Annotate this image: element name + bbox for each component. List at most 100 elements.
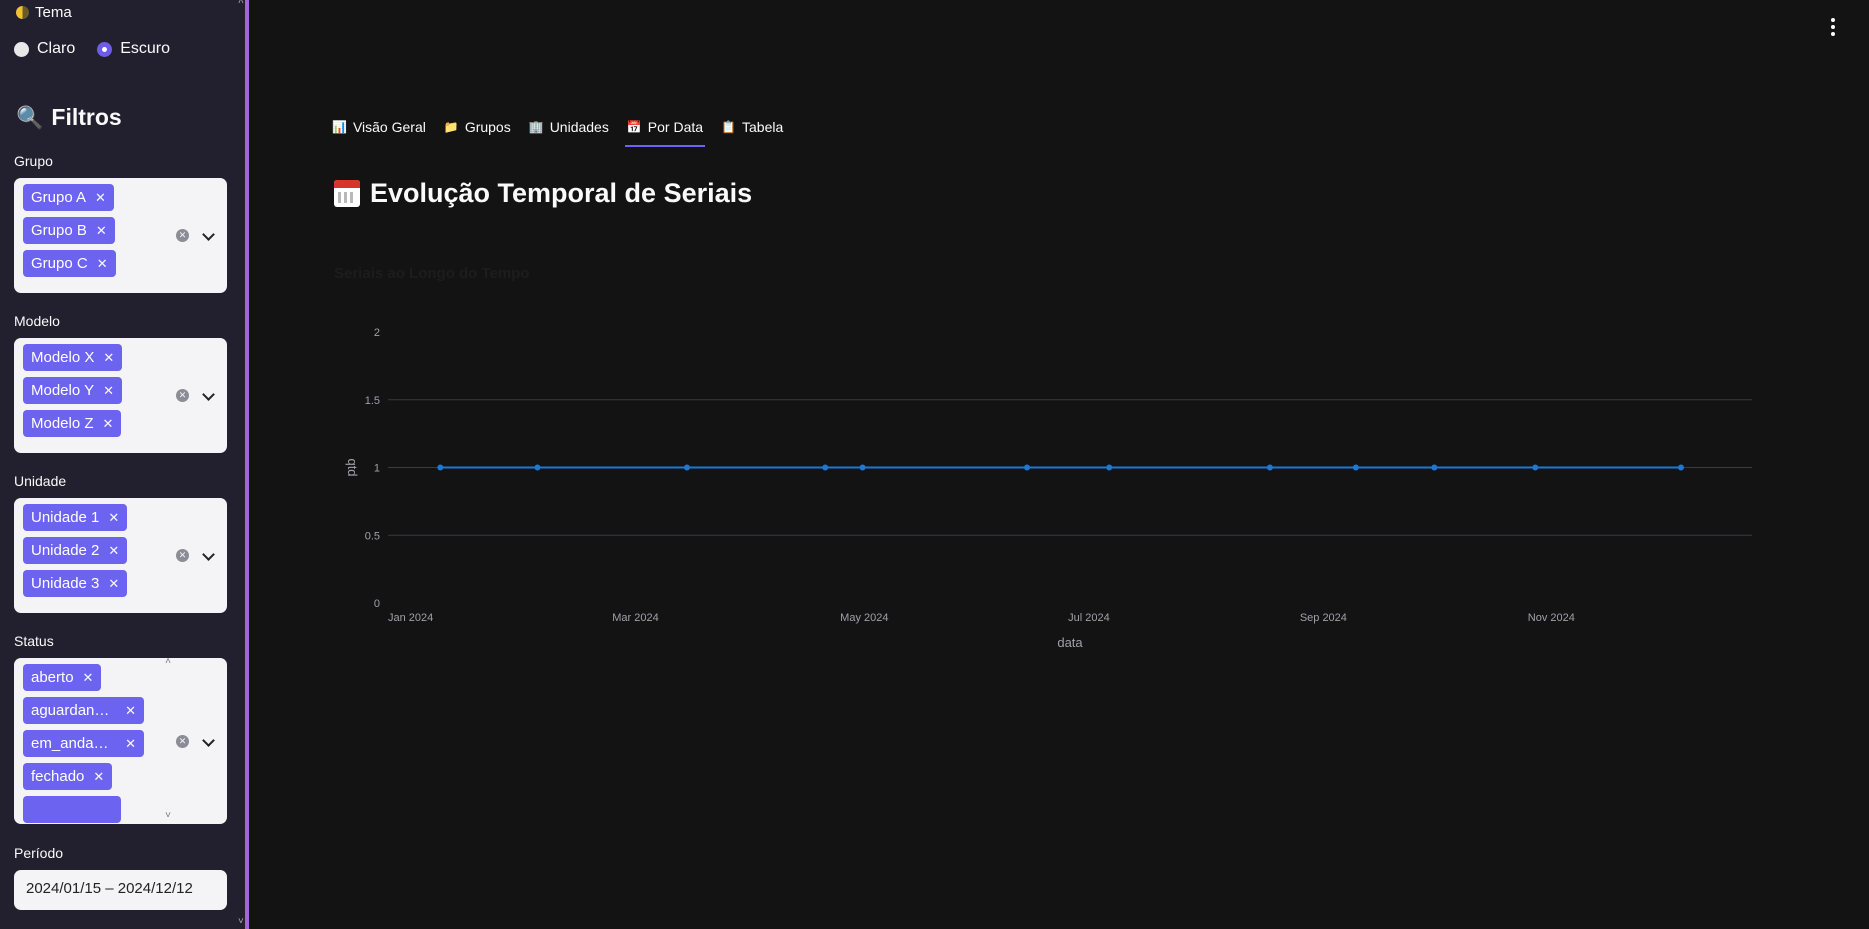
scroll-down-icon[interactable]: ˅: [165, 810, 171, 821]
sidebar-scroll-up-icon[interactable]: ˄: [238, 0, 244, 7]
chevron-down-icon[interactable]: [203, 551, 213, 561]
y-tick-label: 0: [374, 598, 380, 610]
remove-chip-icon[interactable]: ✕: [125, 703, 136, 719]
chip-label: aberto: [31, 669, 74, 686]
remove-chip-icon[interactable]: ✕: [95, 190, 106, 206]
remove-chip-icon[interactable]: ✕: [108, 510, 119, 526]
radio-escuro-indicator[interactable]: [97, 41, 113, 57]
theme-option-claro[interactable]: Claro: [14, 40, 75, 58]
chip-label: Grupo C: [31, 255, 88, 272]
data-point: [534, 464, 541, 471]
status-label: Status: [14, 633, 54, 649]
data-point: [1024, 464, 1031, 471]
periodo-label: Período: [14, 845, 64, 861]
chip-label: Grupo B: [31, 222, 87, 239]
remove-chip-icon[interactable]: ✕: [103, 383, 114, 399]
x-tick-label: May 2024: [840, 612, 888, 624]
app-root: Tema Claro Escuro 🔍 Filtros Grupo Grupo …: [0, 0, 1869, 929]
bar-chart-icon: 📊: [332, 120, 347, 134]
data-point: [683, 464, 690, 471]
theme-radio-group: Claro Escuro: [14, 40, 170, 58]
scroll-up-icon[interactable]: ˄: [165, 658, 171, 667]
unidade-multiselect[interactable]: Unidade 1 ✕ Unidade 2 ✕ Unidade 3 ✕ ✕: [14, 498, 227, 613]
modelo-chips: Modelo X ✕ Modelo Y ✕ Modelo Z ✕: [23, 344, 123, 437]
theme-label: Tema: [35, 4, 72, 21]
chevron-down-icon[interactable]: [203, 391, 213, 401]
data-point: [859, 464, 866, 471]
remove-chip-icon[interactable]: ✕: [103, 416, 114, 432]
tab-label: Unidades: [549, 119, 609, 135]
remove-chip-icon[interactable]: ✕: [103, 350, 114, 366]
modelo-label: Modelo: [14, 313, 60, 329]
x-tick-label: Mar 2024: [612, 612, 658, 624]
status-chips: aberto ✕ aguardan… ✕ em_anda… ✕ fechado ✕: [23, 664, 144, 823]
remove-chip-icon[interactable]: ✕: [83, 670, 94, 686]
chip-label: Grupo A: [31, 189, 87, 206]
clear-all-icon[interactable]: ✕: [176, 389, 189, 402]
chevron-down-icon[interactable]: [203, 231, 213, 241]
x-axis-title: data: [1057, 635, 1083, 650]
data-point: [1532, 464, 1539, 471]
chip-label: em_anda…: [31, 735, 109, 752]
chip: Unidade 3 ✕: [23, 570, 128, 597]
chip: Modelo Y ✕: [23, 377, 123, 404]
data-point: [1431, 464, 1438, 471]
y-tick-label: 1.5: [365, 395, 380, 407]
chevron-down-icon[interactable]: [203, 737, 213, 747]
theme-option-escuro[interactable]: Escuro: [97, 40, 170, 58]
filters-title: Filtros: [51, 104, 122, 130]
grupo-multiselect[interactable]: Grupo A ✕ Grupo B ✕ Grupo C ✕ ✕: [14, 178, 227, 293]
sidebar: Tema Claro Escuro 🔍 Filtros Grupo Grupo …: [0, 0, 245, 929]
x-tick-label: Sep 2024: [1300, 612, 1347, 624]
page-title: Evolução Temporal de Seriais: [370, 178, 753, 208]
main-menu-icon[interactable]: [1831, 18, 1837, 36]
y-tick-label: 2: [374, 327, 380, 339]
remove-chip-icon[interactable]: ✕: [96, 223, 107, 239]
tab-unidades[interactable]: 🏢 Unidades: [529, 119, 609, 147]
remove-chip-icon[interactable]: ✕: [97, 256, 108, 272]
data-point: [822, 464, 829, 471]
remove-chip-icon[interactable]: ✕: [108, 576, 119, 592]
chip: aberto ✕: [23, 664, 102, 691]
remove-chip-icon[interactable]: ✕: [108, 543, 119, 559]
x-tick-label: Jul 2024: [1068, 612, 1110, 624]
date-range-input[interactable]: 2024/01/15 – 2024/12/12: [14, 870, 227, 910]
y-tick-label: 1: [374, 463, 380, 475]
chip: aguardan… ✕: [23, 697, 144, 724]
chip: Unidade 2 ✕: [23, 537, 128, 564]
filters-heading: 🔍 Filtros: [16, 104, 122, 131]
remove-chip-icon[interactable]: ✕: [93, 769, 104, 785]
modelo-multiselect[interactable]: Modelo X ✕ Modelo Y ✕ Modelo Z ✕ ✕: [14, 338, 227, 453]
clear-all-icon[interactable]: ✕: [176, 549, 189, 562]
sidebar-resize-handle[interactable]: [245, 0, 249, 929]
building-icon: 🏢: [528, 120, 544, 134]
theme-heading: Tema: [16, 4, 72, 21]
data-point: [1352, 464, 1359, 471]
tab-visao-geral[interactable]: 📊 Visão Geral: [332, 119, 426, 147]
tab-grupos[interactable]: 📁 Grupos: [444, 119, 511, 147]
theme-option-claro-label: Claro: [37, 40, 76, 57]
y-tick-label: 0.5: [365, 530, 380, 542]
chip: fechado ✕: [23, 763, 113, 790]
tab-tabela[interactable]: 📋 Tabela: [721, 119, 783, 147]
clear-all-icon[interactable]: ✕: [176, 735, 189, 748]
data-point: [1266, 464, 1273, 471]
y-axis-title: qtd: [345, 458, 360, 476]
unidade-chips: Unidade 1 ✕ Unidade 2 ✕ Unidade 3 ✕: [23, 504, 128, 597]
theme-option-escuro-label: Escuro: [120, 40, 171, 57]
chip: Modelo X ✕: [23, 344, 123, 371]
chip-label: Unidade 2: [31, 542, 100, 559]
chip-label: Unidade 1: [31, 509, 100, 526]
clipboard-icon: 📋: [721, 120, 736, 134]
line-chart[interactable]: 0 0.5 1 1.5 2 Jan 2024 Mar 2024 May 2024 Jul 202…: [330, 300, 1800, 660]
radio-claro-indicator[interactable]: [14, 41, 29, 57]
remove-chip-icon[interactable]: ✕: [125, 736, 136, 752]
chip: Unidade 1 ✕: [23, 504, 128, 531]
tab-label: Visão Geral: [352, 119, 426, 135]
sidebar-scroll-down-icon[interactable]: ˅: [238, 916, 244, 927]
status-multiselect[interactable]: ˄ aberto ✕ aguardan… ✕ em_anda… ✕ fechado ✕ …: [14, 658, 227, 824]
clear-all-icon[interactable]: ✕: [176, 229, 189, 242]
chip-label: Modelo Z: [31, 415, 94, 432]
tab-por-data[interactable]: 📅 Por Data: [624, 119, 706, 147]
chip-label: Modelo Y: [31, 382, 95, 399]
